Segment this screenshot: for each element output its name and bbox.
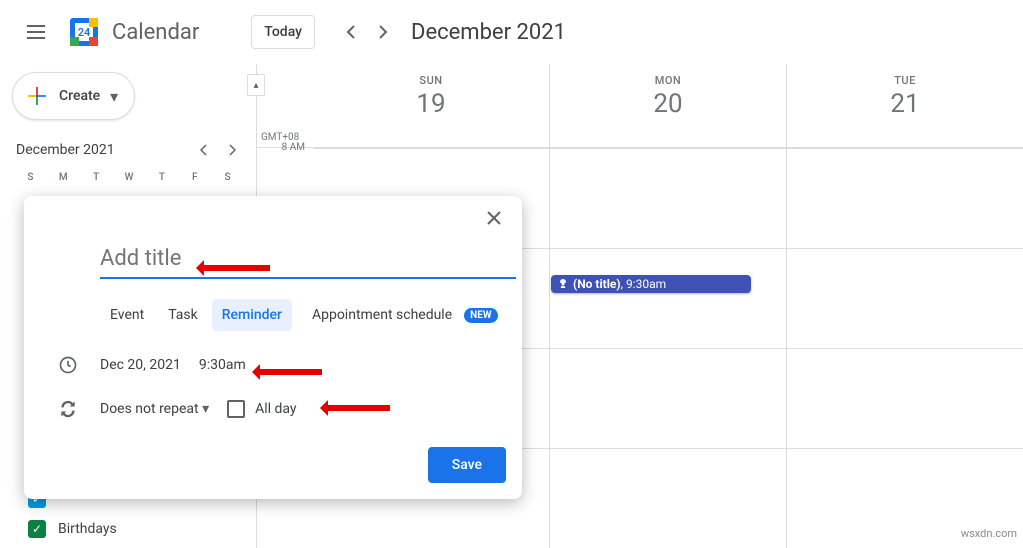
- current-date-range[interactable]: December 2021: [411, 20, 566, 45]
- reminder-icon: [557, 278, 569, 290]
- annotation-arrow: [256, 369, 322, 375]
- tab-reminder[interactable]: Reminder: [212, 299, 292, 331]
- day-number: 21: [787, 89, 1023, 119]
- mini-next-button[interactable]: [220, 138, 244, 162]
- allday-checkbox[interactable]: [227, 400, 245, 418]
- event-chip[interactable]: (No title), 9:30am: [551, 275, 751, 293]
- hamburger-icon: [27, 25, 45, 39]
- day-header[interactable]: SUN 19: [313, 64, 550, 147]
- svg-text:24: 24: [78, 26, 91, 39]
- mini-calendar-header: December 2021: [12, 138, 244, 162]
- main-menu-button[interactable]: [12, 8, 60, 56]
- calendar-label: Birthdays: [58, 521, 117, 537]
- watermark: wsxdn.com: [961, 527, 1017, 540]
- grid-cell[interactable]: [550, 449, 787, 548]
- weekday-label: S: [14, 172, 47, 183]
- weekday-label: M: [47, 172, 80, 183]
- tab-task[interactable]: Task: [158, 299, 208, 331]
- close-icon: [486, 210, 502, 226]
- prev-period-button[interactable]: [335, 16, 367, 48]
- today-button[interactable]: Today: [251, 15, 315, 49]
- weekday-label: F: [178, 172, 211, 183]
- repeat-icon: [36, 399, 100, 419]
- grid-cell[interactable]: [550, 249, 787, 348]
- next-period-button[interactable]: [367, 16, 399, 48]
- grid-cell[interactable]: [787, 349, 1023, 448]
- app-header: 24 Calendar Today December 2021: [0, 0, 1023, 64]
- timezone-label: ▴ GMT+08: [257, 64, 313, 147]
- day-of-week: SUN: [313, 74, 549, 87]
- mini-prev-button[interactable]: [192, 138, 216, 162]
- create-reminder-dialog: Event Task Reminder Appointment schedule…: [24, 196, 522, 499]
- scroll-up-button[interactable]: ▴: [247, 74, 265, 96]
- tab-event[interactable]: Event: [100, 299, 154, 331]
- repeat-select[interactable]: Does not repeat ▾: [100, 401, 209, 417]
- new-badge: NEW: [464, 308, 497, 323]
- event-title: (No title), 9:30am: [573, 277, 666, 291]
- mini-weekdays: SMTWTFS: [12, 172, 244, 183]
- grid-cell[interactable]: [550, 349, 787, 448]
- grid-cell[interactable]: [787, 149, 1023, 248]
- create-label: Create: [59, 88, 100, 104]
- weekday-label: W: [113, 172, 146, 183]
- date-field[interactable]: Dec 20, 2021: [100, 357, 181, 373]
- tab-appointment-schedule[interactable]: Appointment schedule: [312, 299, 456, 331]
- close-button[interactable]: [478, 202, 510, 234]
- time-field[interactable]: 9:30am: [199, 357, 246, 373]
- title-input[interactable]: [100, 240, 516, 279]
- grid-cell[interactable]: [787, 249, 1023, 348]
- annotation-arrow: [200, 265, 270, 271]
- create-button[interactable]: Create ▾: [12, 72, 135, 120]
- day-header[interactable]: TUE 21: [787, 64, 1023, 147]
- grid-cell[interactable]: [550, 149, 787, 248]
- save-button[interactable]: Save: [428, 447, 506, 483]
- day-header[interactable]: MON 20: [550, 64, 787, 147]
- plus-icon: [25, 84, 49, 108]
- weekday-label: T: [80, 172, 113, 183]
- day-of-week: TUE: [787, 74, 1023, 87]
- clock-icon: [36, 355, 100, 375]
- mini-month-label: December 2021: [16, 142, 115, 158]
- annotation-arrow: [324, 405, 390, 411]
- calendar-list-item[interactable]: ✓ Birthdays: [28, 520, 117, 538]
- weekday-label: T: [145, 172, 178, 183]
- day-of-week: MON: [550, 74, 786, 87]
- caret-down-icon: ▾: [110, 87, 118, 106]
- day-number: 19: [313, 89, 549, 119]
- weekday-label: S: [211, 172, 244, 183]
- date-nav: [335, 16, 399, 48]
- allday-label: All day: [255, 401, 296, 417]
- day-number: 20: [550, 89, 786, 119]
- event-type-tabs: Event Task Reminder Appointment schedule…: [100, 299, 510, 331]
- calendar-checkbox[interactable]: ✓: [28, 520, 46, 538]
- calendar-logo: 24: [64, 12, 104, 52]
- app-title: Calendar: [112, 20, 199, 45]
